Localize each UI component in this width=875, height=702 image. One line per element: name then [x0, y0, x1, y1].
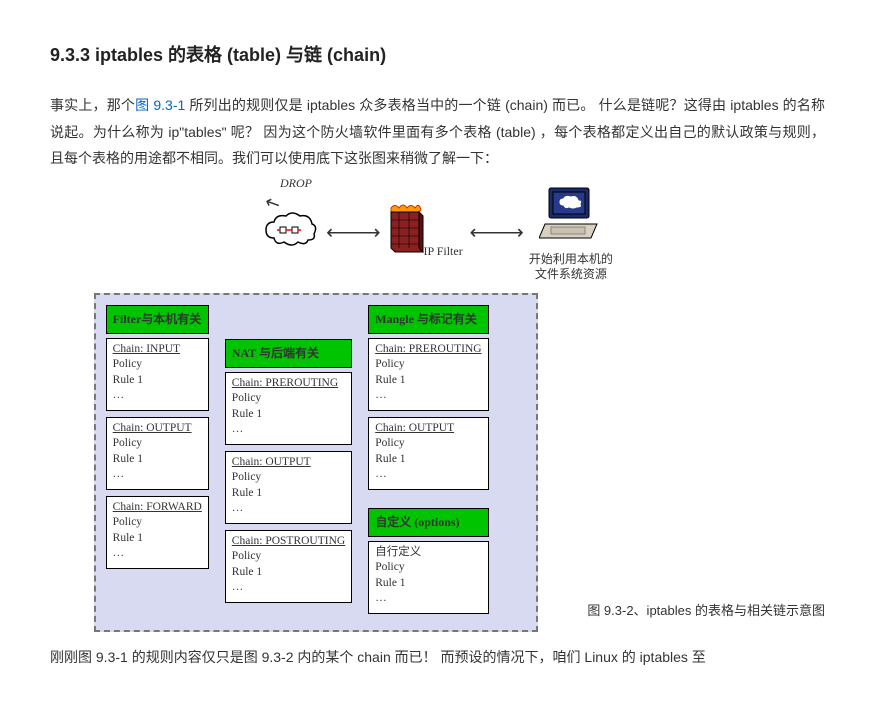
fig-9-3-1-link[interactable]: 图 9.3-1	[135, 97, 185, 113]
mangle-title: Mangle 与标记有关	[368, 305, 488, 334]
chain-output-mangle: Chain: OUTPUT Policy Rule 1 …	[368, 417, 488, 490]
tables-container: Filter与本机有关 Chain: INPUT Policy Rule 1 ……	[94, 293, 538, 632]
filter-title: Filter与本机有关	[106, 305, 209, 334]
figure-caption: 图 9.3-2、iptables 的表格与相关链示意图	[587, 599, 825, 624]
firewall-icon: IP Filter	[385, 204, 425, 264]
custom-title: 自定义 (options)	[368, 508, 488, 537]
chain-forward: Chain: FORWARD Policy Rule 1 …	[106, 496, 209, 569]
nat-title: NAT 与后端有关	[225, 339, 352, 368]
diagram: DROP ↖ ⟵⟶	[50, 184, 825, 632]
chain-prerouting-mangle: Chain: PREROUTING Policy Rule 1 …	[368, 338, 488, 411]
chain-output: Chain: OUTPUT Policy Rule 1 …	[106, 417, 209, 490]
ipfilter-label: IP Filter	[423, 240, 462, 263]
nat-table: NAT 与后端有关 Chain: PREROUTING Policy Rule …	[225, 339, 352, 605]
network-row: DROP ↖ ⟵⟶	[50, 184, 825, 283]
intro-paragraph: 事实上，那个图 9.3-1 所列出的规则仅是 iptables 众多表格当中的一…	[50, 92, 825, 172]
chain-output-nat: Chain: OUTPUT Policy Rule 1 …	[225, 451, 352, 524]
computer-icon: 开始利用本机的 文件系统资源	[529, 184, 613, 283]
closing-paragraph: 刚刚图 9.3-1 的规则内容仅只是图 9.3-2 内的某个 chain 而已！…	[50, 644, 825, 671]
chain-postrouting: Chain: POSTROUTING Policy Rule 1 …	[225, 530, 352, 603]
chain-prerouting: Chain: PREROUTING Policy Rule 1 …	[225, 372, 352, 445]
arrow-icon: ⟵⟶	[326, 214, 377, 252]
computer-caption: 开始利用本机的 文件系统资源	[529, 252, 613, 283]
filter-table: Filter与本机有关 Chain: INPUT Policy Rule 1 ……	[106, 305, 209, 571]
arrow-icon: ⟵⟶	[469, 214, 520, 252]
drop-label: DROP	[280, 172, 312, 195]
section-heading: 9.3.3 iptables 的表格 (table) 与链 (chain)	[50, 38, 825, 72]
mangle-custom-col: Mangle 与标记有关 Chain: PREROUTING Policy Ru…	[368, 305, 488, 616]
chain-input: Chain: INPUT Policy Rule 1 …	[106, 338, 209, 411]
custom-chain: 自行定义 Policy Rule 1 …	[368, 541, 488, 614]
